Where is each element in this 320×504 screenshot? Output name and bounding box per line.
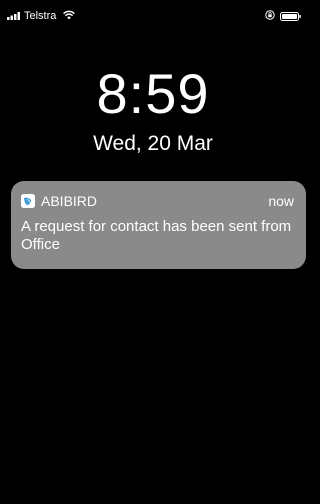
- lock-screen-time: 8:59: [96, 62, 210, 125]
- signal-bars-icon: [7, 12, 20, 20]
- notification-card[interactable]: ABIBIRD now A request for contact has be…: [11, 181, 306, 269]
- notification-timestamp: now: [268, 193, 294, 209]
- lock-screen: Telstra 8:59 Wed, 20 Mar ABIBIRD now A r…: [0, 0, 306, 504]
- wifi-icon: [63, 10, 75, 20]
- notification-message: A request for contact has been sent from…: [21, 218, 292, 253]
- notification-app-name: ABIBIRD: [41, 193, 98, 209]
- lock-screen-date: Wed, 20 Mar: [93, 132, 213, 155]
- orientation-lock-icon: [265, 10, 275, 20]
- battery-icon: [280, 12, 301, 21]
- abibird-app-icon: [21, 194, 35, 208]
- status-bar: Telstra: [0, 0, 306, 22]
- carrier-name: Telstra: [24, 10, 57, 22]
